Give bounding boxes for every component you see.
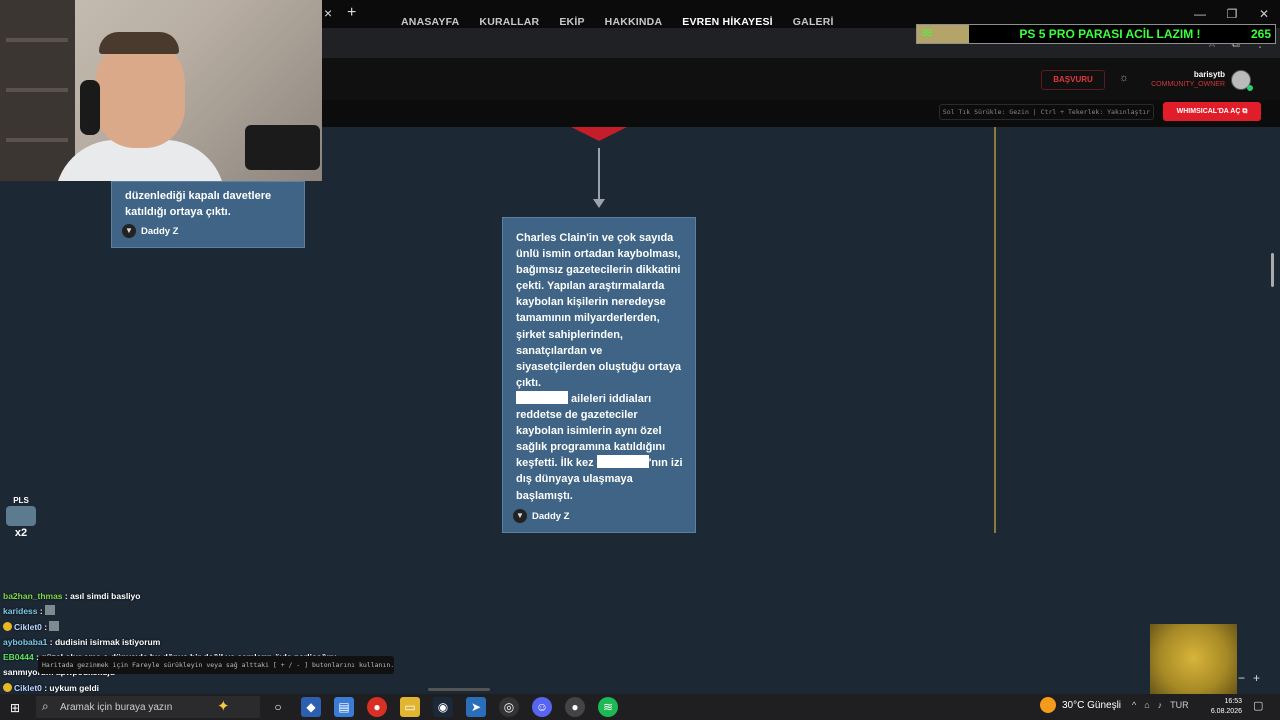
chat-message: Ciklet0 :	[3, 620, 403, 635]
vertical-scrollbar[interactable]	[1271, 253, 1274, 287]
nav-galeri[interactable]: GALERİ	[793, 16, 834, 28]
task-view-icon[interactable]: ○	[268, 697, 288, 717]
network-icon[interactable]: ⌂	[1144, 700, 1149, 710]
windows-start-icon[interactable]: ⊞	[10, 701, 20, 715]
chrome-icon[interactable]: ●	[367, 697, 387, 717]
timeline-divider	[994, 127, 996, 533]
search-icon: ⌕	[42, 699, 49, 713]
card-author: ▼ Daddy Z	[122, 224, 178, 238]
zoom-out-button[interactable]: −	[1238, 671, 1245, 685]
chat-username[interactable]: karidess	[3, 606, 38, 616]
goal-title: PS 5 PRO PARASI ACİL LAZIM !	[1019, 27, 1201, 41]
notification-icon[interactable]: ▢	[1253, 699, 1263, 712]
story-card-main[interactable]: Charles Clain'in ve çok sayıda ünlü ismi…	[502, 217, 696, 533]
webcam-overlay	[0, 0, 322, 181]
system-tray: ^ ⌂ ♪ TUR	[1132, 700, 1189, 710]
chat-emote-icon	[49, 620, 60, 631]
chat-username[interactable]: aybobaba1	[3, 637, 47, 647]
username: barisytb	[1193, 70, 1225, 79]
theme-toggle-icon[interactable]: ☼	[1119, 72, 1129, 84]
user-role: COMMUNITY_OWNER	[1151, 81, 1225, 88]
obs-icon[interactable]: ◎	[499, 697, 519, 717]
discord-icon[interactable]: ☺	[532, 697, 552, 717]
nav-anasayfa[interactable]: ANASAYFA	[401, 16, 459, 28]
sparkle-icon[interactable]: ✦	[217, 697, 230, 715]
taskbar-search-placeholder[interactable]: Aramak için buraya yazın	[60, 702, 172, 713]
taskbar-clock[interactable]: 16:53 6.08.2026	[1200, 697, 1242, 717]
headphones	[80, 80, 100, 135]
volume-icon[interactable]: ♪	[1158, 700, 1163, 710]
nav-ekip[interactable]: EKİP	[559, 16, 584, 28]
chat-username[interactable]: ba2han_thmas	[3, 591, 63, 601]
webcam-streamer-hair	[99, 32, 179, 54]
redacted-name	[516, 390, 568, 404]
chat-text: : uykum geldi	[41, 682, 100, 693]
story-card-text: Charles Clain'in ve çok sayıda ünlü ismi…	[516, 232, 683, 502]
horizontal-scrollbar[interactable]	[428, 688, 490, 691]
apply-button[interactable]: BAŞVURU	[1041, 70, 1105, 90]
chrome-active-icon[interactable]: ●	[565, 697, 585, 717]
chat-message: ba2han_thmas : asıl simdi basliyo	[3, 589, 403, 604]
chat-username[interactable]: EB0444	[3, 652, 34, 662]
navigation-hint: Sol Tık Sürükle: Gezin | Ctrl + Tekerlek…	[939, 104, 1154, 120]
pls-label: PLS	[13, 496, 29, 505]
webcam-shelf	[0, 0, 75, 181]
decision-node-bottom	[571, 127, 627, 141]
zoom-in-button[interactable]: +	[1253, 671, 1260, 685]
nav-evren-hikayesi[interactable]: EVREN HİKAYESİ	[682, 16, 773, 28]
app-arrow-icon[interactable]: ➤	[466, 697, 486, 717]
chat-emote-icon	[45, 605, 56, 616]
store-icon[interactable]: ▤	[334, 697, 354, 717]
nav-kurallar[interactable]: KURALLAR	[479, 16, 539, 28]
language-indicator[interactable]: TUR	[1170, 700, 1189, 710]
pls-multiplier: x2	[14, 527, 28, 539]
card-author: ▼ Daddy Z	[513, 509, 569, 523]
chat-username[interactable]: Ciklet0	[14, 683, 42, 693]
file-explorer-icon[interactable]: ▭	[400, 697, 420, 717]
open-in-whimsical-button[interactable]: WHIMSICAL'DA AÇ ⧉	[1163, 102, 1261, 121]
story-card-text: düzenlediği kapalı davetlere katıldığı o…	[125, 190, 272, 218]
redacted-name	[596, 455, 649, 469]
taskbar-apps: ○ ◆ ▤ ● ▭ ◉ ➤ ◎ ☺ ● ≋	[268, 697, 618, 717]
connector-line	[598, 148, 600, 200]
laughing-emote-icon	[1150, 624, 1237, 700]
chat-username[interactable]: Ciklet0	[14, 622, 42, 632]
map-help-tooltip: Haritada gezinmek için Fareyle sürükleyi…	[38, 656, 394, 674]
steam-icon[interactable]: ◉	[433, 697, 453, 717]
pls-emote-widget: PLS x2	[5, 496, 37, 540]
chat-text: :	[41, 621, 50, 632]
tab-close-icon[interactable]: ×	[324, 5, 332, 21]
author-badge-icon: ▼	[122, 224, 136, 238]
sun-icon	[1040, 697, 1056, 713]
chat-message: karidess :	[3, 604, 403, 619]
zoom-controls: − +	[1238, 671, 1260, 685]
author-badge-icon: ▼	[513, 509, 527, 523]
app-icon[interactable]: ◆	[301, 697, 321, 717]
goal-progress: 38	[917, 25, 969, 43]
connector-arrowhead	[593, 199, 605, 208]
online-status-dot	[1247, 85, 1253, 91]
main-nav: ANASAYFA KURALLAR EKİP HAKKINDA EVREN Hİ…	[401, 16, 834, 28]
story-card-left[interactable]: düzenlediği kapalı davetlere katıldığı o…	[111, 181, 305, 248]
chat-text: : asıl simdi basliyo	[62, 591, 141, 601]
donation-goal-banner: 38 PS 5 PRO PARASI ACİL LAZIM ! 265	[916, 24, 1276, 44]
chat-badge-icon	[3, 621, 12, 631]
chat-text: : dudisini isirmak istiyorum	[47, 636, 161, 647]
microphone	[245, 125, 320, 170]
new-tab-button[interactable]: +	[347, 4, 356, 22]
screen: × + — ❐ ✕ ☆ ⧉ ⋮ ANASAYFA KURALLAR EKİP H…	[0, 0, 1280, 720]
weather-widget[interactable]: 30°C Güneşli	[1040, 697, 1121, 713]
webcam-streamer-face	[95, 38, 185, 148]
chat-text: :	[37, 606, 46, 617]
pepe-emote-icon	[6, 506, 36, 526]
spotify-icon[interactable]: ≋	[598, 697, 618, 717]
nav-hakkinda[interactable]: HAKKINDA	[605, 16, 663, 28]
chevron-up-icon[interactable]: ^	[1132, 700, 1136, 710]
chat-badge-icon	[3, 682, 12, 692]
goal-count: 265	[1250, 27, 1271, 41]
chat-message: aybobaba1 : dudisini isirmak istiyorum	[3, 635, 403, 650]
